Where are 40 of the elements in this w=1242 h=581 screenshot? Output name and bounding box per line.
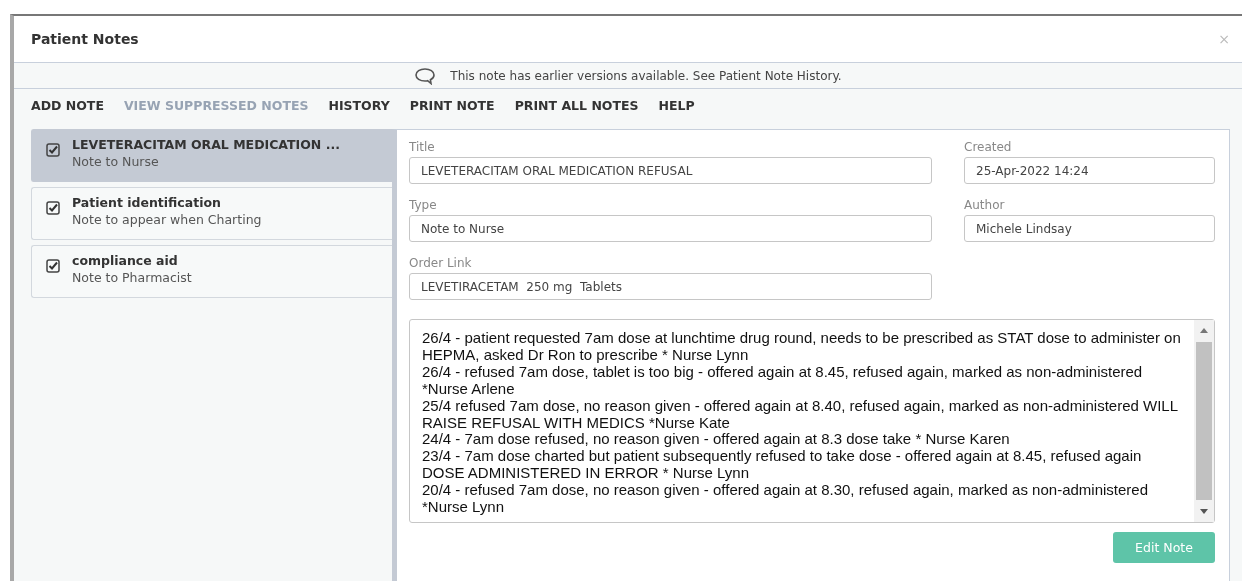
- note-text-line: 25/4 refused 7am dose, no reason given - offered again at 8.40, refused again, marked as non-administered WILL RAISE REFUSAL WITH MEDICS *Nurse Kate: [422, 397, 1179, 432]
- note-text-line: 24/4 - 7am dose refused, no reason given - offered again at 8.3 dose take * Nurse Karen: [422, 431, 1011, 449]
- note-text-line: 26/4 - refused 7am dose, tablet is too big - offered again at 8.45, refused again, marked as non-administered *Nurse Arlene: [422, 363, 1144, 398]
- dialog-title: Patient Notes: [31, 31, 139, 47]
- checkbox-icon[interactable]: [46, 143, 60, 157]
- menu-link[interactable]: ADD NOTE: [31, 97, 104, 113]
- field-label: Order Link: [409, 256, 473, 270]
- field-label: Title: [409, 140, 436, 154]
- author-field[interactable]: Michele Lindsay: [964, 215, 1215, 242]
- note-title: Patient identification: [72, 195, 222, 210]
- note-text-area[interactable]: [409, 319, 1215, 523]
- note-title: LEVETERACITAM ORAL MEDICATION ...: [72, 137, 340, 152]
- type-field[interactable]: Note to Nurse: [409, 215, 932, 242]
- field-label: Author: [964, 198, 1006, 212]
- created-field[interactable]: 25-Apr-2022 14:24: [964, 157, 1215, 184]
- note-type: Note to Nurse: [72, 154, 160, 169]
- checkbox-icon[interactable]: [46, 259, 60, 273]
- note-type: Note to appear when Charting: [72, 212, 262, 227]
- checkbox-icon[interactable]: [46, 201, 60, 215]
- note-list-item[interactable]: LEVETERACITAM ORAL MEDICATION ... Note to Nurse: [31, 129, 392, 182]
- note-text-line: 23/4 - 7am dose charted but patient subsequently refused to take dose - offered again at 8.45, refused again DOSE ADMINISTERED IN ERROR * Nurse Lynn: [422, 448, 1143, 483]
- menu-link[interactable]: PRINT ALL NOTES: [514, 97, 639, 113]
- menu-link[interactable]: HELP: [658, 97, 695, 113]
- note-title: compliance aid: [72, 253, 179, 268]
- info-message: This note has earlier versions available. See Patient Note History.: [450, 68, 842, 83]
- scroll-down-icon[interactable]: [1199, 508, 1209, 516]
- note-text-line: 20/4 - refused 7am dose, no reason given - offered again at 8.30, refused again, marked as non-administered *Nurse Lynn: [422, 482, 1149, 516]
- scroll-up-icon[interactable]: [1199, 326, 1209, 334]
- menu-link[interactable]: HISTORY: [328, 97, 390, 113]
- field-label: Type: [409, 198, 438, 212]
- note-list-item[interactable]: compliance aid Note to Pharmacist: [31, 245, 392, 298]
- title-field[interactable]: LEVETERACITAM ORAL MEDICATION REFUSAL: [409, 157, 932, 184]
- scrollbar-thumb[interactable]: [1196, 342, 1212, 500]
- menu-link[interactable]: PRINT NOTE: [409, 97, 495, 113]
- speech-bubble-icon: [414, 66, 437, 85]
- note-list-item[interactable]: Patient identification Note to appear when Charting: [31, 187, 392, 240]
- field-label: Created: [964, 140, 1013, 154]
- note-text-line: 26/4 - patient requested 7am dose at lunchtime drug round, needs to be prescribed as STAT dose to administer on HEPMA, asked Dr Ron to prescribe * Nurse Lynn: [422, 330, 1182, 364]
- order-link-field[interactable]: LEVETIRACETAM 250 mg Tablets: [409, 273, 932, 300]
- note-type: Note to Pharmacist: [72, 270, 192, 285]
